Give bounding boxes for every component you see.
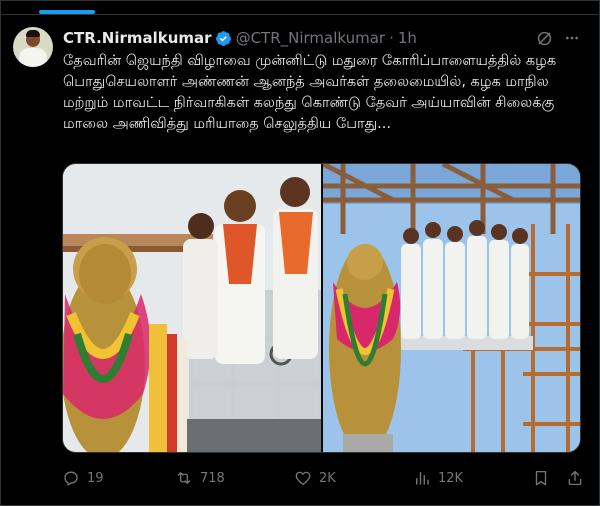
retweet-count: 718 xyxy=(200,470,225,486)
retweet-button[interactable]: 718 xyxy=(175,467,225,489)
verified-badge-icon xyxy=(215,30,231,46)
tweet-actions: 19 718 2K 12K xyxy=(62,467,582,489)
avatar[interactable] xyxy=(13,27,53,67)
handle[interactable]: @CTR_Nirmalkumar xyxy=(236,29,386,47)
reply-button[interactable]: 19 xyxy=(62,467,104,489)
timestamp[interactable]: 1h xyxy=(398,29,417,47)
bookmark-button[interactable] xyxy=(532,467,550,489)
top-divider xyxy=(0,14,600,15)
photo-statue-scaffold-right[interactable] xyxy=(323,164,580,452)
views-count: 12K xyxy=(438,470,464,486)
more-icon[interactable] xyxy=(564,30,580,46)
reply-icon xyxy=(64,471,78,486)
tweet-media[interactable] xyxy=(62,163,581,453)
bookmark-icon xyxy=(535,470,547,486)
share-icon xyxy=(568,470,582,486)
heart-icon xyxy=(295,471,311,486)
views-button[interactable]: 12K xyxy=(413,467,463,489)
views-icon xyxy=(416,472,429,485)
tweet-text: தேவரின் ஜெயந்தி விழாவை முன்னிட்டு மதுரை … xyxy=(63,53,557,132)
like-count: 2K xyxy=(319,470,336,486)
photo-statue-garland-left[interactable] xyxy=(63,164,321,452)
retweet-icon xyxy=(177,472,191,484)
like-button[interactable]: 2K xyxy=(294,467,336,489)
share-button[interactable] xyxy=(566,467,584,489)
tweet-header: CTR.Nirmalkumar @CTR_Nirmalkumar · 1h xyxy=(63,28,417,48)
display-name[interactable]: CTR.Nirmalkumar xyxy=(63,29,212,47)
grok-icon[interactable] xyxy=(535,29,554,48)
reply-count: 19 xyxy=(87,470,104,486)
separator-dot: · xyxy=(389,29,394,47)
